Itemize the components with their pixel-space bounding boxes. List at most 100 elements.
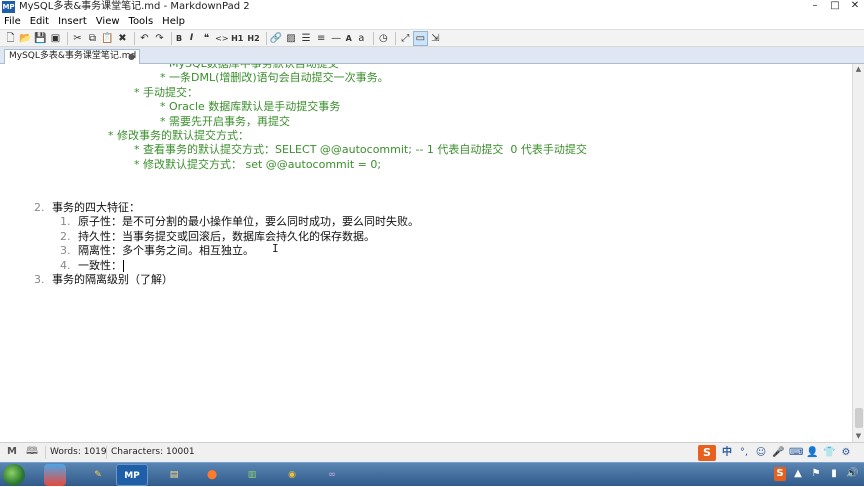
heading-1-button[interactable]: H1 (230, 32, 244, 45)
start-button-icon[interactable] (3, 464, 25, 486)
system-tray: S ▲ ⚑ ▮ 🔊 (774, 467, 858, 481)
ime-mode-toggle[interactable]: 中 (721, 446, 733, 460)
undo-icon[interactable]: ↶ (138, 32, 151, 45)
paste-icon[interactable]: 📋 (101, 32, 114, 45)
taskbar-markdownpad-icon[interactable]: MP (116, 464, 148, 486)
new-file-icon[interactable]: 🗋 (4, 32, 17, 45)
menu-insert[interactable]: Insert (58, 14, 87, 29)
line-text: * MySQL数据库中事务默认自动提交 (160, 64, 339, 71)
menu-help[interactable]: Help (162, 14, 185, 29)
heading-2-button[interactable]: H2 (246, 32, 260, 45)
taskbar-tool-icon[interactable]: ✎ (82, 464, 114, 486)
line-text: 持久性：当事务提交或回滚后，数据库会持久化的保存数据。 (78, 229, 375, 243)
open-folder-icon[interactable]: 📂 (19, 32, 32, 45)
character-count: Characters: 10001 (106, 446, 195, 459)
image-icon[interactable]: ▨ (285, 32, 298, 45)
line-text: * 手动提交： (134, 85, 198, 99)
app-icon: MP (2, 1, 15, 13)
line-text: * 修改默认提交方式： set @@autocommit = 0; (134, 157, 382, 171)
tray-volume-icon[interactable]: 🔊 (846, 467, 858, 481)
menu-file[interactable]: File (4, 14, 21, 29)
horizontal-rule-icon[interactable]: — (330, 32, 343, 45)
line-text: 原子性：是不可分割的最小操作单位，要么同时成功，要么同时失败。 (78, 215, 419, 229)
lowercase-button[interactable]: a (355, 32, 368, 45)
list-number: 3. (34, 273, 45, 286)
ordered-list-icon[interactable]: ☰ (300, 32, 313, 45)
save-icon[interactable]: 💾 (34, 32, 47, 45)
menu-tools[interactable]: Tools (129, 14, 154, 29)
line-text: 事务的四大特征： (52, 201, 140, 214)
minimize-icon[interactable]: – (810, 0, 820, 12)
export-icon[interactable]: ⇲ (429, 32, 442, 45)
scroll-down-icon[interactable]: ▼ (853, 431, 864, 442)
mouse-ibeam-cursor: I (272, 242, 279, 255)
line-text: 隔离性：多个事务之间。相互独立。 (78, 244, 254, 258)
list-number: 4. (60, 258, 71, 272)
tray-network-icon[interactable]: ▮ (828, 467, 840, 481)
taskbar-chrome-icon[interactable]: ◉ (276, 464, 308, 486)
microphone-icon[interactable]: 🎤 (772, 446, 784, 460)
copy-icon[interactable]: ⧉ (86, 32, 99, 45)
bold-icon[interactable]: B (175, 32, 183, 45)
tray-flag-icon[interactable]: ⚑ (810, 467, 822, 481)
save-all-icon[interactable]: ▣ (49, 32, 62, 45)
italic-icon[interactable]: I (185, 32, 198, 45)
quote-icon[interactable]: ❝ (200, 32, 213, 45)
sync-scroll-icon[interactable]: ⤢ (399, 32, 412, 45)
windows-taskbar: ✎ MP ▤ ⬤ ▥ ◉ ∞ S ▲ ⚑ ▮ 🔊 (0, 462, 864, 486)
scroll-thumb[interactable] (855, 408, 863, 428)
status-bar: M 🕮 Words: 1019 Characters: 10001 S 中 °,… (0, 442, 864, 462)
tray-ime-icon[interactable]: S (774, 467, 786, 481)
menu-bar: File Edit Insert View Tools Help (0, 14, 864, 29)
ime-toolbar: S 中 °, ☺ 🎤 ⌨ 👤 👕 ⚙ (698, 445, 852, 461)
close-icon[interactable]: ✕ (850, 0, 860, 12)
timestamp-icon[interactable]: ◷ (377, 32, 390, 45)
vertical-scrollbar[interactable]: ▲ ▼ (852, 64, 864, 442)
line-text: * 一条DML(增删改)语句会自动提交一次事务。 (160, 71, 389, 85)
text-caret (123, 259, 124, 272)
punctuation-icon[interactable]: °, (738, 446, 750, 460)
taskbar-files-icon[interactable]: ▤ (158, 464, 190, 486)
keyboard-icon[interactable]: ⌨ (789, 446, 803, 460)
line-text: * 修改事务的默认提交方式： (108, 129, 249, 142)
delete-icon[interactable]: ✖ (116, 32, 129, 45)
taskbar-explorer-icon[interactable] (44, 464, 66, 486)
document-tab[interactable]: MySQL多表&事务课堂笔记.md ● (4, 49, 140, 64)
unordered-list-icon[interactable]: ≡ (315, 32, 328, 45)
taskbar-chart-icon[interactable]: ▥ (236, 464, 268, 486)
scroll-up-icon[interactable]: ▲ (853, 64, 864, 75)
tray-chevron-icon[interactable]: ▲ (792, 467, 804, 481)
title-bar: MP MySQL多表&事务课堂笔记.md - MarkdownPad 2 – □… (0, 0, 864, 14)
shirt-icon[interactable]: 👕 (823, 446, 835, 460)
code-icon[interactable]: <> (215, 32, 228, 45)
toolbar-divider (67, 31, 68, 45)
sogou-ime-icon[interactable]: S (698, 445, 716, 461)
emoji-icon[interactable]: ☺ (755, 446, 767, 460)
uppercase-button[interactable]: A (345, 32, 353, 45)
line-text: 事务的隔离级别（了解） (52, 273, 173, 286)
taskbar-visual-studio-icon[interactable]: ∞ (316, 464, 348, 486)
document-tab-label: MySQL多表&事务课堂笔记.md (9, 51, 137, 61)
cut-icon[interactable]: ✂ (71, 32, 84, 45)
toolbar-divider (171, 31, 172, 45)
list-number: 2. (60, 229, 71, 243)
maximize-icon[interactable]: □ (830, 0, 840, 12)
redo-icon[interactable]: ↷ (153, 32, 166, 45)
tab-modified-marker[interactable]: ● (128, 50, 135, 63)
tools-icon[interactable]: ⚙ (840, 446, 852, 460)
markdown-icon[interactable]: M (6, 446, 18, 458)
menu-view[interactable]: View (96, 14, 120, 29)
taskbar-pdf-icon[interactable]: ⬤ (196, 464, 228, 486)
toolbar: 🗋 📂 💾 ▣ ✂ ⧉ 📋 ✖ ↶ ↷ B I ❝ <> H1 H2 🔗 ▨ ☰… (0, 29, 864, 47)
toolbar-divider (134, 31, 135, 45)
link-icon[interactable]: 🔗 (270, 32, 283, 45)
markdown-editor[interactable]: I * MySQL数据库中事务默认自动提交* 一条DML(增删改)语句会自动提交… (0, 64, 852, 442)
window-controls: – □ ✕ (810, 0, 860, 14)
book-icon[interactable]: 🕮 (26, 446, 38, 458)
preview-icon[interactable]: ▭ (412, 30, 428, 46)
user-icon[interactable]: 👤 (806, 446, 818, 460)
list-number: 1. (60, 215, 71, 229)
menu-edit[interactable]: Edit (30, 14, 49, 29)
word-count: Words: 1019 (45, 446, 107, 459)
line-text: 一致性： (78, 258, 124, 272)
